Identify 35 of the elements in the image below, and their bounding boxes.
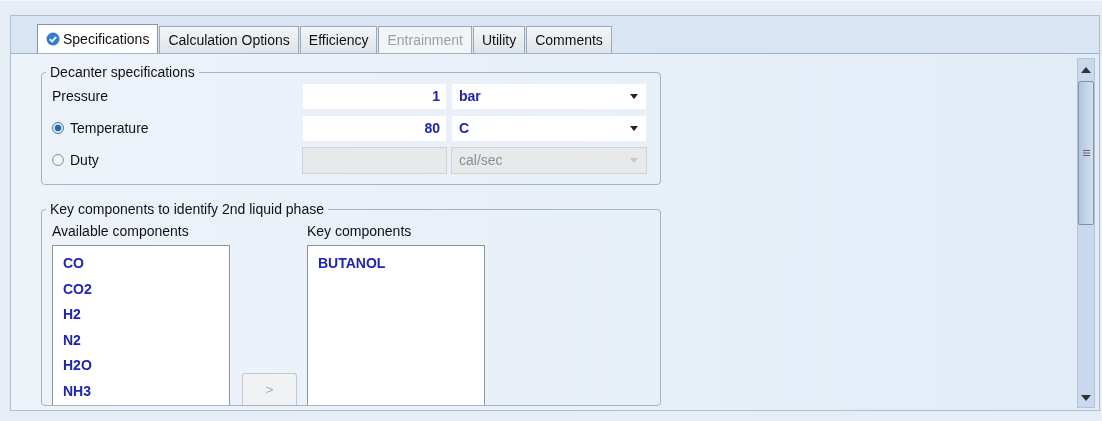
scroll-down-icon[interactable] — [1081, 395, 1091, 401]
field-label: Duty — [70, 152, 99, 168]
unit-dropdown[interactable]: bar — [451, 82, 647, 110]
tab[interactable]: Comments — [526, 26, 612, 53]
component-list[interactable]: BUTANOL — [307, 245, 485, 405]
list-item[interactable]: H2 — [63, 302, 229, 328]
tab[interactable]: Efficiency — [299, 26, 378, 53]
caret-icon — [630, 125, 638, 131]
value-field[interactable]: 1 — [302, 82, 447, 110]
tab[interactable]: Utility — [472, 26, 526, 53]
scroll-thumb[interactable] — [1078, 81, 1094, 225]
check-circle-icon — [46, 32, 60, 46]
list-item[interactable]: BUTANOL — [318, 251, 484, 277]
radio-button[interactable] — [52, 122, 64, 134]
caret-icon — [630, 93, 638, 99]
group-title: Decanter specifications — [49, 64, 196, 80]
list-item[interactable]: CO — [63, 251, 229, 277]
tab[interactable]: Calculation Options — [159, 26, 299, 53]
list-label: Available components — [52, 223, 190, 239]
scrollbar[interactable] — [1077, 58, 1095, 408]
caret-icon — [630, 157, 638, 163]
scroll-up-icon[interactable] — [1081, 67, 1091, 73]
field-label: Pressure — [52, 88, 109, 104]
grip-icon — [1082, 150, 1090, 156]
field-label: Temperature — [70, 120, 149, 136]
list-item[interactable]: CO2 — [63, 276, 229, 302]
unit-dropdown[interactable]: C — [451, 114, 647, 142]
value-field[interactable]: 80 — [302, 114, 447, 142]
list-item[interactable]: NH3 — [63, 378, 229, 404]
component-list[interactable]: CO CO2 H2 N2 H2O NH3 — [52, 245, 230, 405]
group-title: Key components to identify 2nd liquid phase — [49, 201, 325, 217]
list-item[interactable]: N2 — [63, 327, 229, 353]
list-item[interactable]: H2O — [63, 353, 229, 379]
list-label: Key components — [307, 223, 413, 239]
tab[interactable]: Specifications — [37, 24, 159, 53]
